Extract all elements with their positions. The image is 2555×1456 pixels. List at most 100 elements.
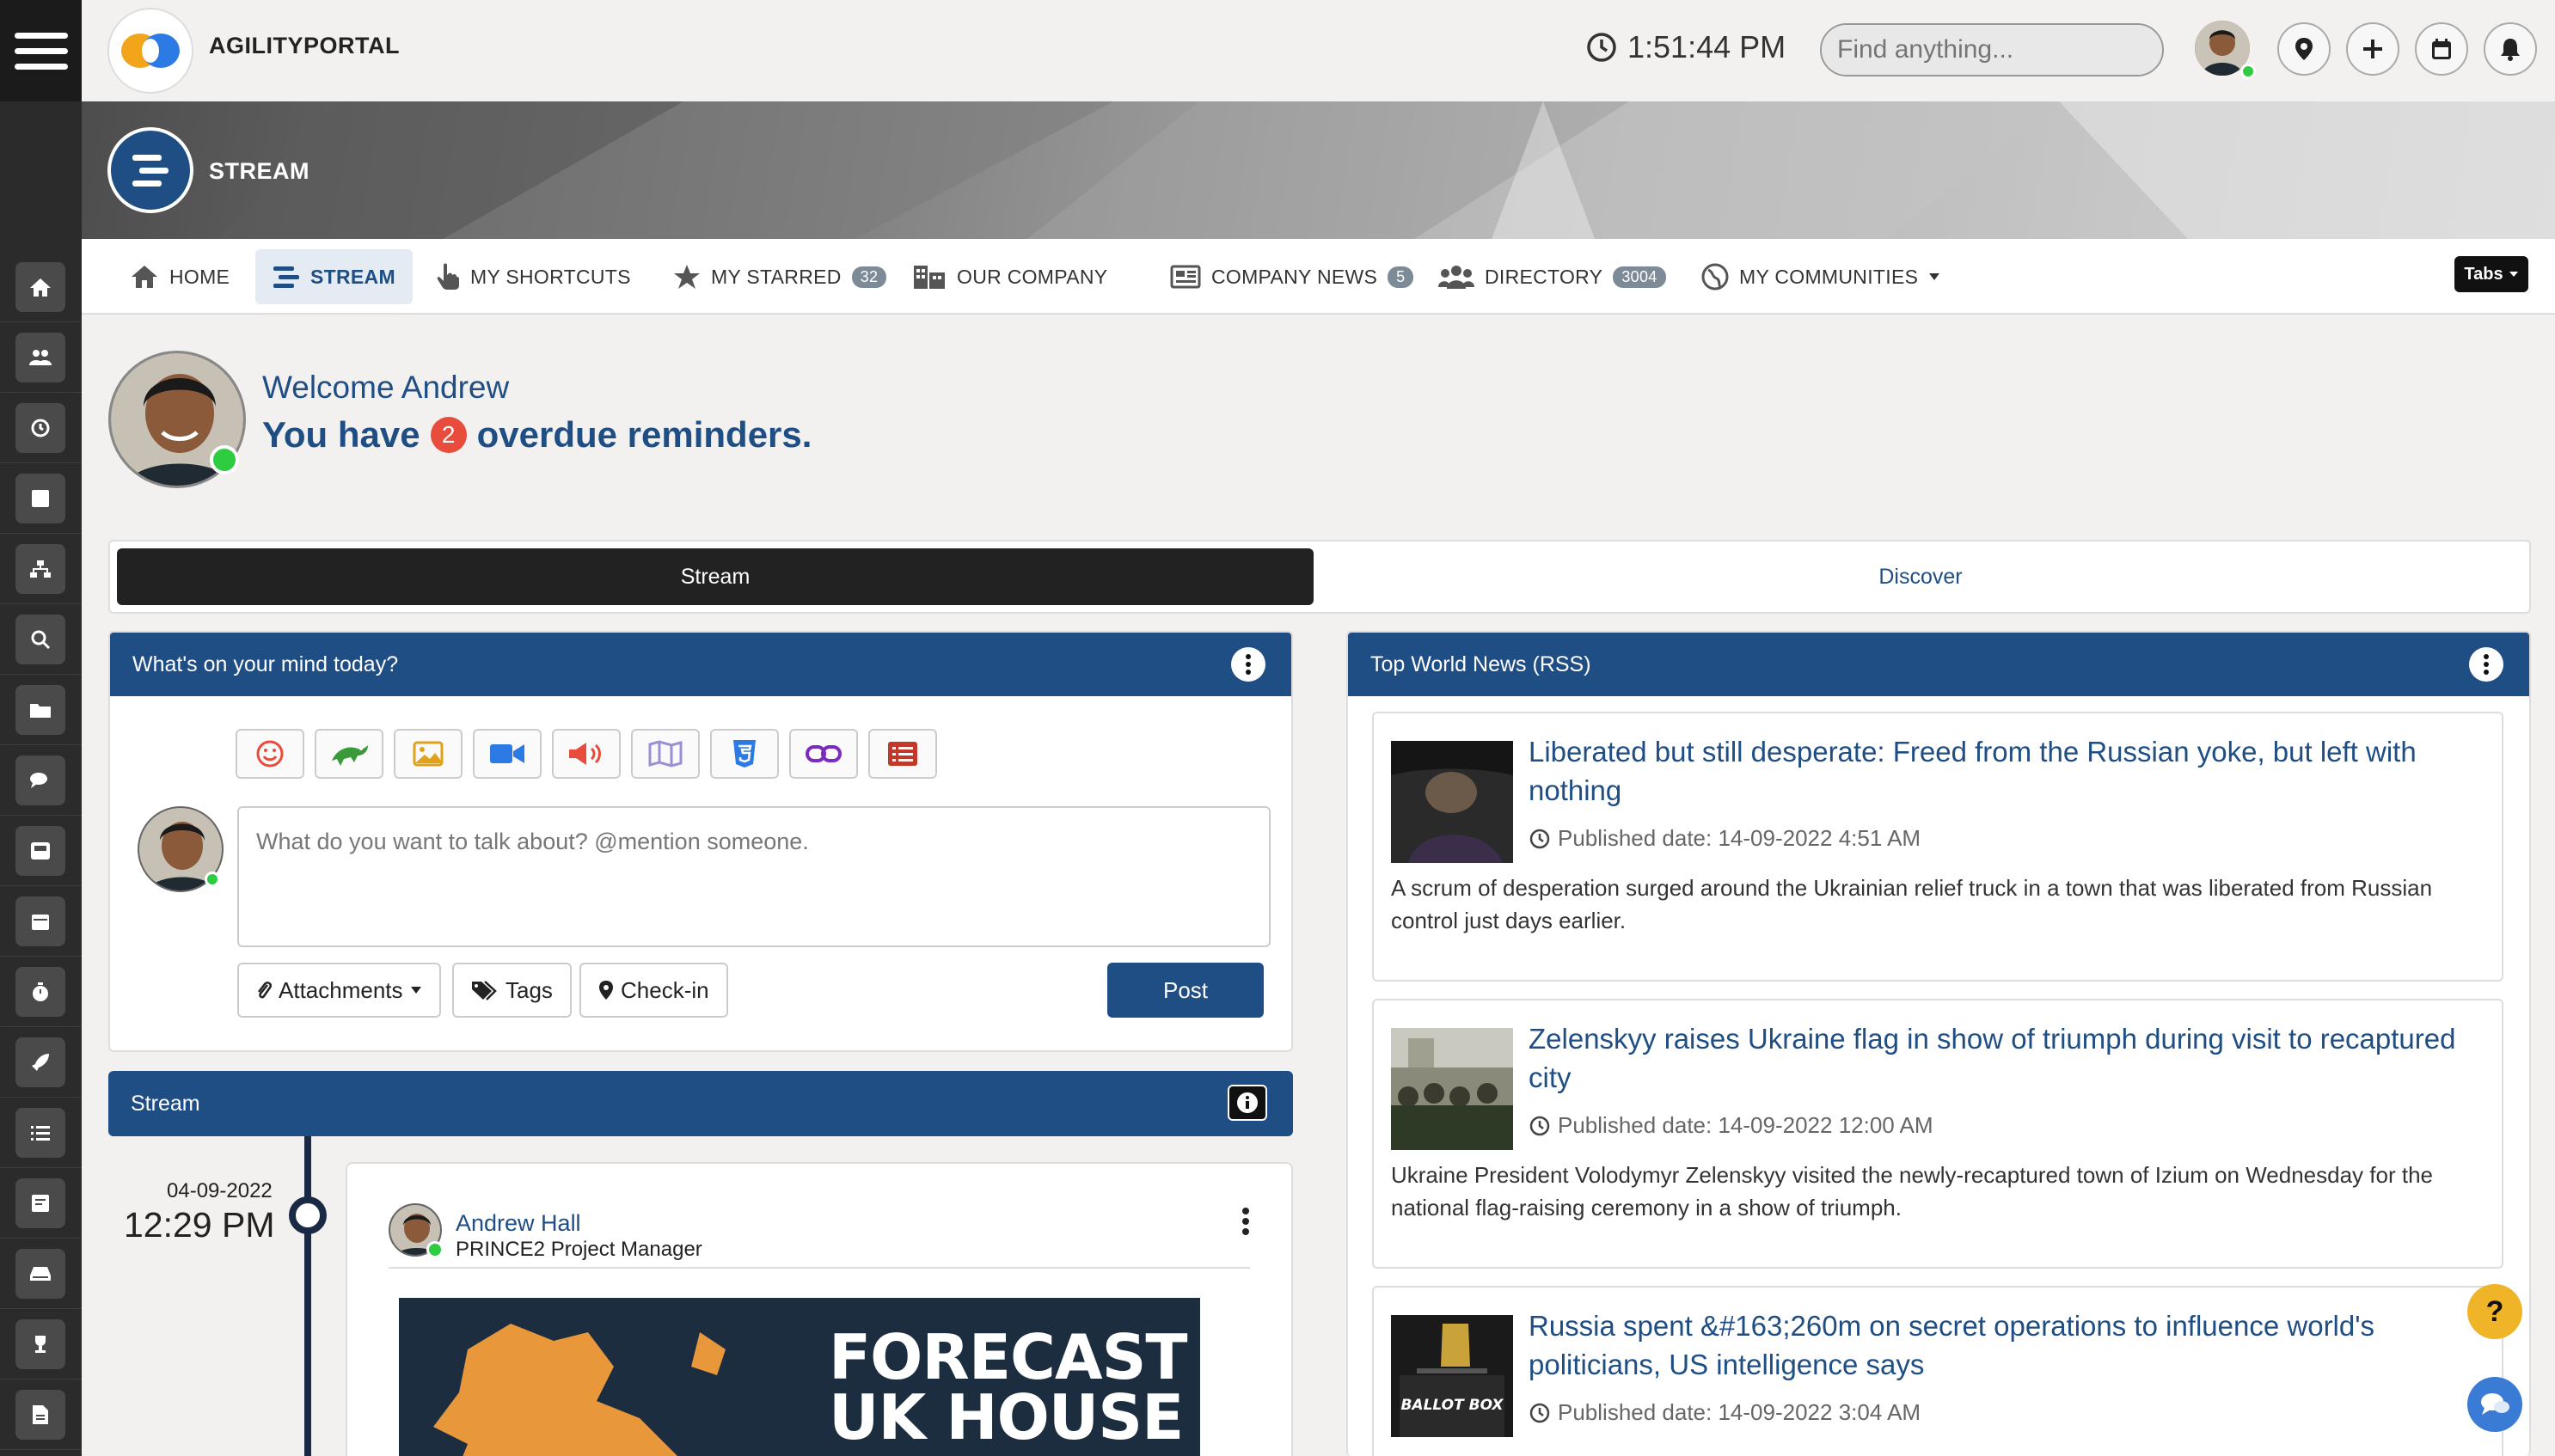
calendar-button[interactable] — [2415, 22, 2468, 76]
rail-calendar-icon[interactable] — [0, 896, 82, 957]
html-button[interactable] — [710, 729, 779, 779]
tabs-dropdown-button[interactable]: Tabs — [2454, 256, 2528, 292]
view-switcher: Stream Discover — [108, 540, 2531, 614]
lizard-icon — [332, 745, 368, 766]
notifications-button[interactable] — [2484, 22, 2537, 76]
tab-my-shortcuts[interactable]: MY SHORTCUTS — [419, 249, 648, 304]
rail-chat-icon[interactable] — [0, 756, 82, 816]
stream-header: Stream — [108, 1071, 1293, 1136]
image-button[interactable] — [394, 729, 463, 779]
post-image[interactable]: FORECAST UK HOUSE — [399, 1298, 1200, 1456]
tags-icon — [472, 981, 497, 1000]
welcome-online-dot — [210, 445, 239, 474]
welcome-greeting: Welcome Andrew — [262, 370, 510, 405]
stream-panel: Stream — [108, 1071, 1293, 1136]
info-icon — [1237, 1092, 1258, 1113]
rail-stopwatch-icon[interactable] — [0, 967, 82, 1027]
reminders-prefix: You have — [262, 414, 420, 455]
news-item-date-text: Published date: 14-09-2022 3:04 AM — [1558, 1399, 1921, 1425]
location-button[interactable] — [2277, 22, 2331, 76]
pointer-hand-icon — [437, 263, 459, 290]
stream-view-tab[interactable]: Stream — [117, 548, 1314, 605]
attachments-button[interactable]: Attachments — [237, 963, 441, 1018]
search-input[interactable] — [1822, 25, 2162, 75]
list-icon — [888, 742, 917, 766]
emoji-button[interactable] — [236, 729, 304, 779]
post-author-role: PRINCE2 Project Manager — [456, 1238, 702, 1261]
tab-company-news[interactable]: COMPANY NEWS 5 — [1151, 249, 1431, 304]
rail-list-icon[interactable] — [0, 1108, 82, 1168]
rail-sitemap-icon[interactable] — [0, 544, 82, 604]
banner-title: STREAM — [209, 158, 309, 184]
tab-home-label: HOME — [169, 265, 230, 288]
hamburger-menu-button[interactable] — [0, 0, 82, 101]
news-thumbnail[interactable] — [1391, 741, 1513, 863]
tab-directory[interactable]: DIRECTORY 3004 — [1421, 249, 1683, 304]
image-icon — [413, 741, 444, 767]
post-menu-button[interactable] — [1241, 1207, 1250, 1240]
news-header: Top World News (RSS) — [1348, 633, 2529, 696]
rail-rocket-icon[interactable] — [0, 1037, 82, 1098]
reminders-count-badge: 2 — [430, 417, 467, 453]
post-author-name[interactable]: Andrew Hall — [456, 1210, 581, 1237]
composer-online-dot — [205, 872, 220, 887]
banner-background — [219, 101, 2555, 239]
news-menu-button[interactable] — [2469, 647, 2503, 682]
rail-history-icon[interactable] — [0, 403, 82, 463]
rail-inbox-icon[interactable] — [0, 826, 82, 886]
news-item-title[interactable]: Russia spent &#163;260m on secret operat… — [1529, 1306, 2483, 1384]
news-item-title[interactable]: Zelenskyy raises Ukraine flag in show of… — [1529, 1019, 2483, 1097]
tab-home[interactable]: HOME — [113, 249, 247, 304]
rail-document-icon[interactable] — [0, 1178, 82, 1239]
tabs-dropdown-label: Tabs — [2464, 264, 2503, 284]
news-thumbnail[interactable]: BALLOT BOX — [1391, 1315, 1513, 1437]
reminders-message[interactable]: You have 2 overdue reminders. — [262, 414, 812, 456]
checkin-label: Check-in — [621, 976, 709, 1003]
rail-trophy-icon[interactable] — [0, 1319, 82, 1380]
gif-button[interactable] — [315, 729, 383, 779]
top-bar: AGILITYPORTAL 1:51:44 PM — [82, 0, 2555, 101]
megaphone-icon — [569, 743, 601, 765]
global-search — [1820, 23, 2164, 76]
help-button[interactable]: ? — [2467, 1284, 2522, 1339]
checkin-button[interactable]: Check-in — [579, 963, 728, 1018]
tab-my-communities-label: MY COMMUNITIES — [1739, 265, 1919, 288]
kebab-menu-icon — [1242, 1208, 1249, 1235]
tab-my-starred[interactable]: MY STARRED 32 — [656, 249, 904, 304]
composer-panel: What's on your mind today? What do you w… — [108, 631, 1293, 1052]
news-item-title[interactable]: Liberated but still desperate: Freed fro… — [1529, 732, 2483, 810]
link-button[interactable] — [789, 729, 858, 779]
rail-home-icon[interactable] — [0, 262, 82, 322]
video-button[interactable] — [473, 729, 542, 779]
news-item: BALLOT BOX Russia spent &#163;260m on se… — [1372, 1286, 2503, 1456]
timeline-line — [304, 1136, 311, 1456]
rail-folder-icon[interactable] — [0, 685, 82, 745]
post-author-online-dot — [426, 1241, 444, 1258]
bell-icon — [2501, 39, 2520, 61]
stream-post-card: Andrew Hall PRINCE2 Project Manager FORE… — [346, 1162, 1293, 1456]
post-image-headline: FORECAST UK HOUSE — [829, 1326, 1188, 1448]
news-thumbnail[interactable] — [1391, 1028, 1513, 1150]
brand-logo[interactable] — [107, 8, 193, 94]
rail-square-icon[interactable] — [0, 474, 82, 534]
post-button[interactable]: Post — [1107, 963, 1264, 1018]
post-textarea[interactable]: What do you want to talk about? @mention… — [237, 806, 1271, 947]
tab-my-communities[interactable]: MY COMMUNITIES — [1684, 249, 1958, 304]
add-button[interactable] — [2346, 22, 2399, 76]
news-item-date-text: Published date: 14-09-2022 4:51 AM — [1558, 825, 1921, 851]
rail-drive-icon[interactable] — [0, 1249, 82, 1309]
announcement-button[interactable] — [552, 729, 621, 779]
stream-info-button[interactable] — [1228, 1085, 1267, 1121]
rail-file-icon[interactable] — [0, 1390, 82, 1450]
tab-our-company[interactable]: OUR COMPANY — [895, 249, 1124, 304]
rail-people-icon[interactable] — [0, 333, 82, 393]
list-button[interactable] — [868, 729, 937, 779]
tags-button[interactable]: Tags — [452, 963, 572, 1018]
composer-menu-button[interactable] — [1231, 647, 1265, 682]
discover-view-tab[interactable]: Discover — [1314, 548, 2527, 605]
online-status-dot — [2240, 64, 2256, 79]
chat-button[interactable] — [2467, 1377, 2522, 1432]
map-button[interactable] — [631, 729, 700, 779]
rail-search-icon[interactable] — [0, 615, 82, 675]
tab-stream[interactable]: STREAM — [255, 249, 413, 304]
